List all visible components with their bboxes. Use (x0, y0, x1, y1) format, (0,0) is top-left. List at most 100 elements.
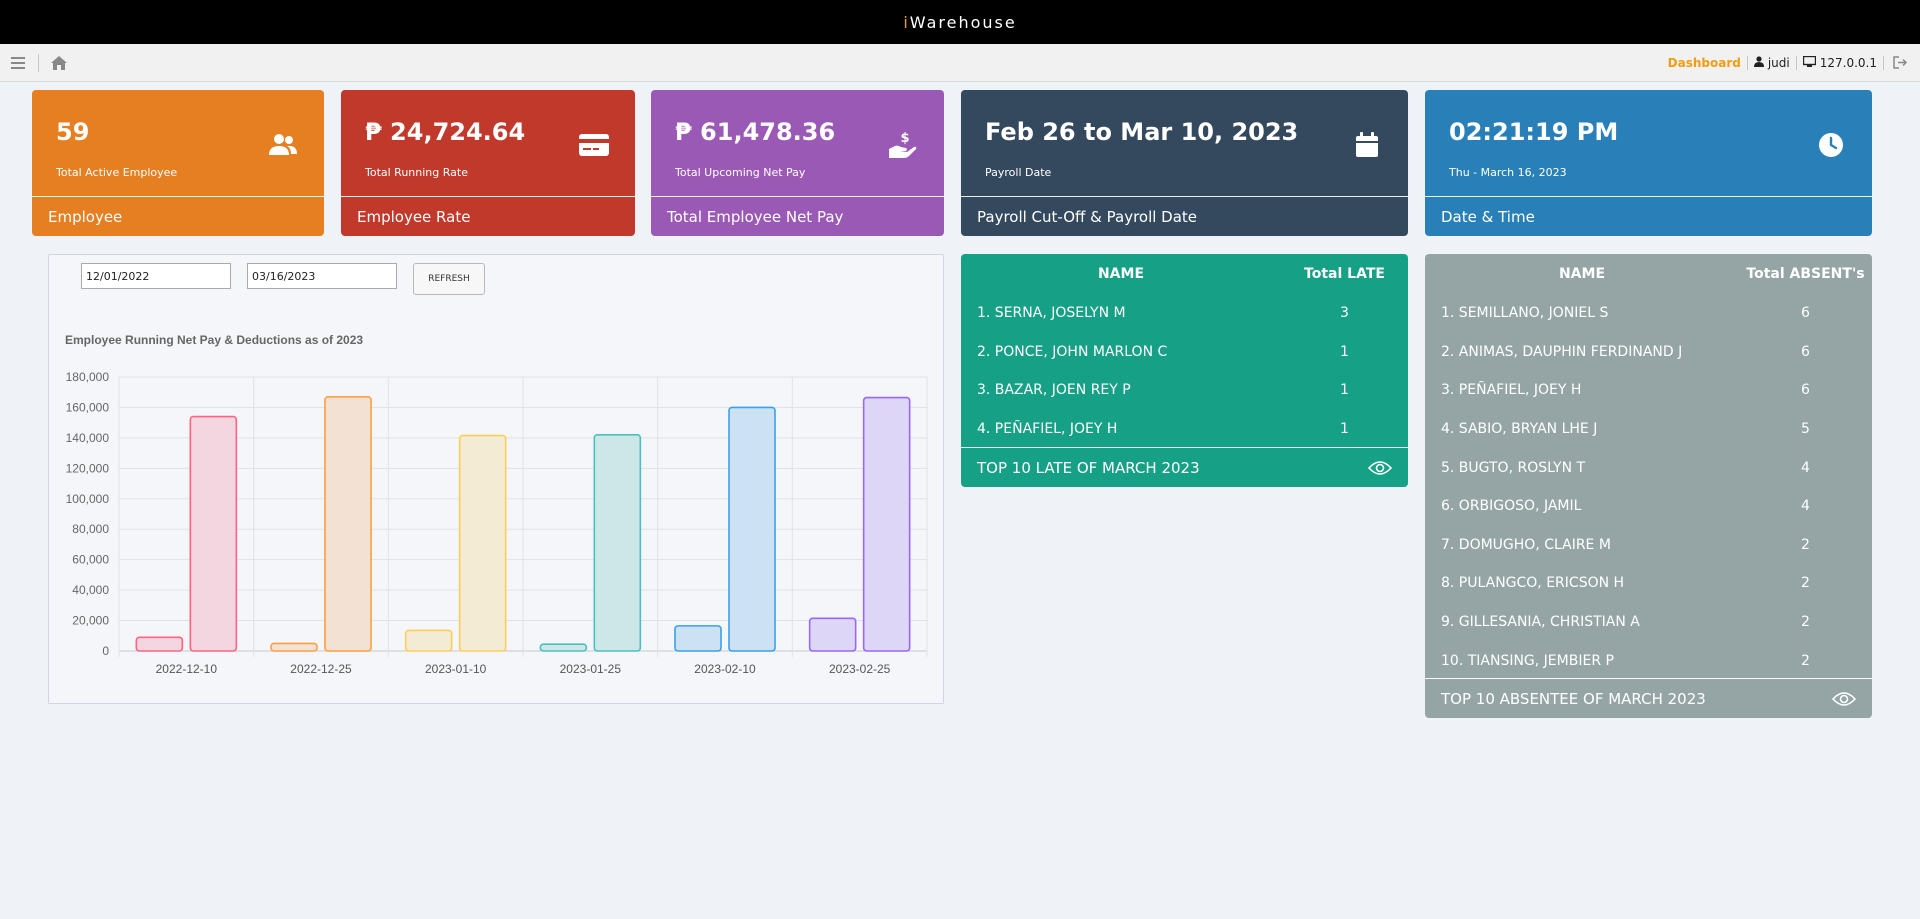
y-tick-label: 20,000 (72, 614, 109, 628)
bar (862, 396, 911, 652)
dashboard-link[interactable]: Dashboard (1668, 56, 1741, 70)
row-total: 6 (1801, 382, 1810, 399)
home-icon[interactable] (49, 53, 69, 73)
username: judi (1767, 55, 1790, 70)
column-header-name: NAME (1097, 266, 1145, 282)
x-tick-label: 2022-12-10 (156, 662, 218, 676)
date-from-input[interactable] (81, 263, 231, 289)
eye-icon[interactable] (1368, 460, 1392, 476)
ip-address: 127.0.0.1 (1802, 55, 1877, 70)
net-pay-card: ₱ 61,478.36 Total Upcoming Net Pay $ Tot… (651, 90, 944, 236)
monitor-icon (1802, 55, 1816, 70)
card-value: ₱ 61,478.36 (675, 118, 836, 146)
absent-table: NAME Total ABSENT's 1. SEMILLANO, JONIEL… (1425, 254, 1872, 718)
table-header: NAME Total LATE (961, 254, 1408, 294)
card-subtitle: Payroll Date (985, 166, 1052, 179)
row-name: 9. GILLESANIA, CHRISTIAN A (1441, 614, 1640, 631)
y-tick-label: 160,000 (66, 400, 110, 414)
row-name: 1. SEMILLANO, JONIEL S (1441, 305, 1609, 322)
date-time-card: 02:21:19 PM Thu - March 16, 2023 Date & … (1425, 90, 1872, 236)
svg-text:$: $ (900, 131, 909, 146)
table-row: 5. BUGTO, ROSLYN T 4 (1425, 448, 1872, 487)
y-tick-label: 100,000 (66, 492, 110, 506)
menu-icon[interactable] (8, 53, 28, 73)
table-row: 1. SEMILLANO, JONIEL S 6 (1425, 294, 1872, 333)
row-total: 1 (1340, 382, 1349, 399)
row-total: 2 (1801, 575, 1810, 592)
row-total: 3 (1340, 305, 1349, 322)
table-row: 8. PULANGCO, ERICSON H 2 (1425, 564, 1872, 603)
column-header-total: Total ABSENT's (1746, 266, 1865, 282)
card-subtitle: Total Upcoming Net Pay (675, 166, 806, 179)
toolbar: Dashboard judi 127.0.0.1 (0, 44, 1920, 82)
bar (189, 415, 238, 652)
title-bar: iWarehouse (0, 0, 1920, 44)
table-row: 3. PEÑAFIEL, JOEY H 6 (1425, 371, 1872, 410)
card-subtitle: Total Running Rate (365, 166, 468, 179)
brand-name: Warehouse (909, 12, 1017, 32)
bar (808, 617, 857, 652)
bar (728, 406, 776, 652)
card-footer[interactable]: Date & Time (1425, 196, 1872, 236)
row-name: 8. PULANGCO, ERICSON H (1441, 575, 1625, 592)
table-row: 1. SERNA, JOSELYN M 3 (961, 294, 1408, 333)
app-brand[interactable]: iWarehouse (903, 13, 1016, 32)
card-subtitle: Total Active Employee (56, 166, 178, 179)
row-total: 4 (1801, 459, 1810, 476)
bar (593, 434, 642, 652)
payroll-date-card: Feb 26 to Mar 10, 2023 Payroll Date Payr… (961, 90, 1408, 236)
card-footer[interactable]: Employee Rate (341, 196, 635, 236)
x-tick-label: 2023-01-10 (425, 662, 487, 676)
refresh-button[interactable]: REFRESH (413, 263, 485, 295)
calendar-icon (1350, 128, 1384, 162)
x-tick-label: 2023-02-10 (694, 662, 756, 676)
table-row: 4. PEÑAFIEL, JOEY H 1 (961, 410, 1408, 449)
row-total: 1 (1340, 343, 1349, 360)
row-name: 3. PEÑAFIEL, JOEY H (1441, 382, 1582, 399)
card-subtitle: Thu - March 16, 2023 (1449, 166, 1567, 179)
employee-card: 59 Total Active Employee Employee (32, 90, 324, 236)
hand-dollar-icon: $ (886, 128, 920, 162)
table-row: 9. GILLESANIA, CHRISTIAN A 2 (1425, 603, 1872, 642)
row-total: 4 (1801, 498, 1810, 515)
bar (539, 643, 588, 652)
table-row: 3. BAZAR, JOEN REY P 1 (961, 371, 1408, 410)
logout-icon[interactable] (1890, 53, 1910, 73)
bar (404, 629, 453, 652)
credit-card-icon (577, 128, 611, 162)
table-row: 4. SABIO, BRYAN LHE J 5 (1425, 410, 1872, 449)
row-total: 6 (1801, 305, 1810, 322)
row-total: 2 (1801, 614, 1810, 631)
chart-title: Employee Running Net Pay & Deductions as… (65, 333, 364, 347)
table-header: NAME Total ABSENT's (1425, 254, 1872, 294)
date-to-input[interactable] (247, 263, 397, 289)
table-row: 7. DOMUGHO, CLAIRE M 2 (1425, 526, 1872, 565)
card-footer[interactable]: Payroll Cut-Off & Payroll Date (961, 196, 1408, 236)
footer-label: TOP 10 LATE OF MARCH 2023 (977, 458, 1200, 477)
x-tick-label: 2022-12-25 (290, 662, 352, 676)
table-row: 2. ANIMAS, DAUPHIN FERDINAND J 6 (1425, 333, 1872, 372)
user-menu[interactable]: judi (1753, 55, 1790, 70)
row-total: 5 (1801, 421, 1810, 438)
y-tick-label: 180,000 (66, 370, 110, 384)
employee-rate-card: ₱ 24,724.64 Total Running Rate Employee … (341, 90, 635, 236)
y-tick-label: 40,000 (72, 583, 109, 597)
user-icon (1753, 55, 1764, 70)
card-footer[interactable]: Total Employee Net Pay (651, 196, 944, 236)
column-header-name: NAME (1558, 266, 1606, 282)
card-footer[interactable]: Employee (32, 196, 324, 236)
table-footer: TOP 10 LATE OF MARCH 2023 (961, 447, 1408, 487)
y-tick-label: 80,000 (72, 522, 109, 536)
y-tick-label: 120,000 (66, 461, 110, 475)
toolbar-divider (1746, 55, 1748, 70)
row-name: 3. BAZAR, JOEN REY P (977, 382, 1131, 399)
eye-icon[interactable] (1832, 691, 1856, 707)
row-name: 5. BUGTO, ROSLYN T (1441, 459, 1586, 476)
bar (674, 625, 722, 652)
bar (324, 395, 372, 652)
row-name: 7. DOMUGHO, CLAIRE M (1441, 536, 1611, 553)
row-total: 2 (1801, 652, 1810, 669)
chart-panel: REFRESH Employee Running Net Pay & Deduc… (48, 254, 944, 704)
card-value: Feb 26 to Mar 10, 2023 (985, 118, 1299, 146)
table-row: 10. TIANSING, JEMBIER P 2 (1425, 641, 1872, 680)
